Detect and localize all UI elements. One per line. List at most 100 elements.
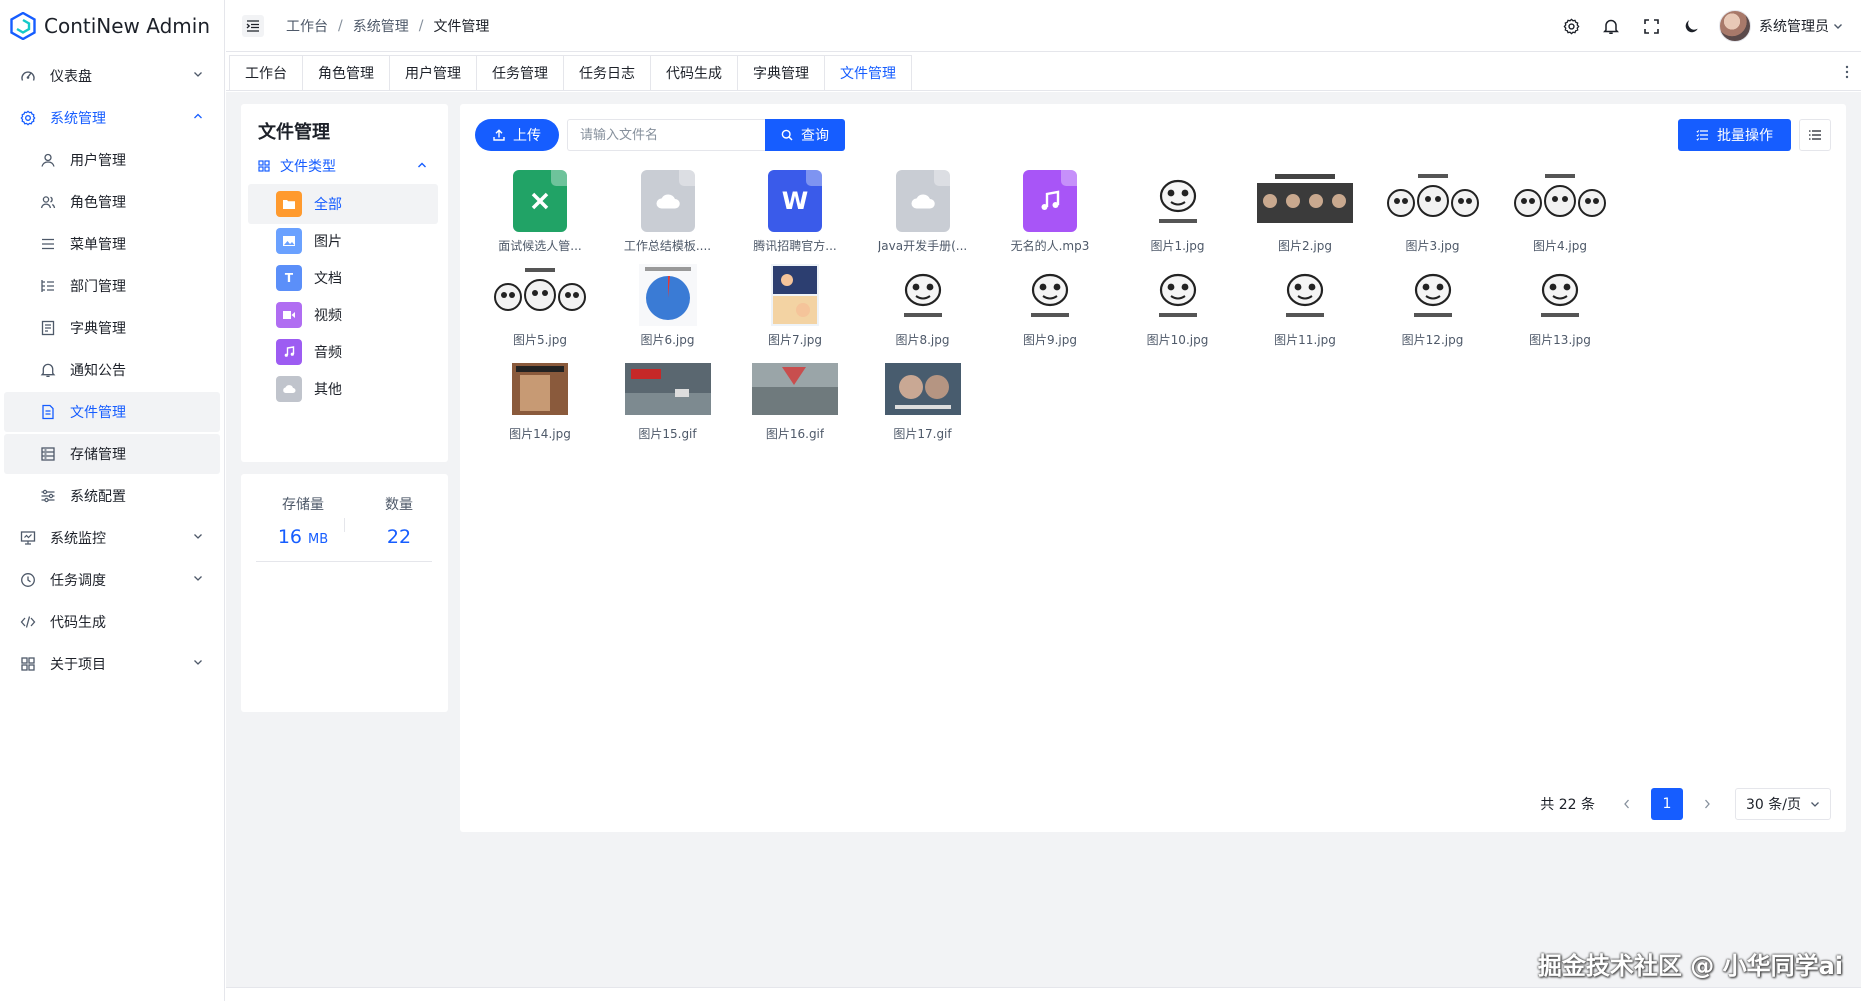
avatar[interactable] <box>1719 10 1751 42</box>
file-item[interactable]: 图片15.gif <box>603 356 733 448</box>
file-item[interactable]: 图片17.gif <box>858 356 988 448</box>
file-type-header[interactable]: 文件类型 <box>258 152 436 180</box>
file-item[interactable]: 图片16.gif <box>730 356 860 448</box>
file-type-item[interactable]: 全部 <box>248 184 438 224</box>
breadcrumb-item[interactable]: 工作台 <box>286 16 328 36</box>
sidebar-item-11[interactable]: 系统监控 <box>4 518 220 558</box>
file-item[interactable]: Java开发手册(... <box>858 168 988 260</box>
storage-unit: MB <box>308 532 329 547</box>
file-item[interactable]: 图片5.jpg <box>475 262 605 354</box>
sidebar-item-12[interactable]: 任务调度 <box>4 560 220 600</box>
pagination-total: 共 22 条 <box>1540 797 1595 813</box>
theme-toggle-button[interactable] <box>1673 8 1709 44</box>
file-type-header-label: 文件类型 <box>280 159 336 175</box>
more-vertical-icon[interactable] <box>1845 65 1849 79</box>
file-item[interactable]: 图片4.jpg <box>1495 168 1625 260</box>
breadcrumb-item[interactable]: 系统管理 <box>353 16 409 36</box>
list-view-button[interactable] <box>1799 119 1831 151</box>
filename-search-input[interactable] <box>567 119 765 151</box>
sidebar-item-1[interactable]: 系统管理 <box>4 98 220 138</box>
hexagon-logo-icon <box>10 12 36 40</box>
file-item[interactable]: 图片11.jpg <box>1240 262 1370 354</box>
tab-3[interactable]: 任务管理 <box>476 55 564 90</box>
file-name: 图片11.jpg <box>1274 333 1336 347</box>
sidebar-item-4[interactable]: 菜单管理 <box>4 224 220 264</box>
file-list-card: 上传 查询 批量操作 面试候选人管... 工作总结模板.... W 腾讯招聘官方...… <box>460 104 1846 832</box>
sidebar-item-8[interactable]: 文件管理 <box>4 392 220 432</box>
file-type-item[interactable]: 音频 <box>248 332 438 372</box>
footer <box>226 987 1861 1001</box>
file-type-item[interactable]: 其他 <box>248 369 438 409</box>
next-page-button[interactable] <box>1691 788 1723 820</box>
image-thumbnail <box>1529 262 1591 328</box>
file-item[interactable]: 图片9.jpg <box>985 262 1115 354</box>
sidebar-item-5[interactable]: 部门管理 <box>4 266 220 306</box>
file-item[interactable]: 图片12.jpg <box>1368 262 1498 354</box>
code-icon <box>16 610 40 634</box>
sidebar-item-14[interactable]: 关于项目 <box>4 644 220 684</box>
chevron-down-icon <box>192 656 204 668</box>
file-item[interactable]: 图片3.jpg <box>1368 168 1498 260</box>
file-type-label: 视频 <box>314 308 342 324</box>
file-item[interactable]: 工作总结模板.... <box>603 168 733 260</box>
file-item[interactable]: 图片8.jpg <box>858 262 988 354</box>
page-size-select[interactable]: 30 条/页 <box>1735 788 1831 820</box>
file-item[interactable]: W 腾讯招聘官方... <box>730 168 860 260</box>
page-number-button[interactable]: 1 <box>1651 788 1683 820</box>
sidebar: ContiNew Admin 仪表盘 系统管理 用户管理 角色管理 菜单管理 部门管理 字典… <box>0 0 225 1001</box>
file-item[interactable]: 面试候选人管... <box>475 168 605 260</box>
count-stat: 数量 22 <box>359 494 439 548</box>
tab-1[interactable]: 角色管理 <box>302 55 390 90</box>
fullscreen-button[interactable] <box>1633 8 1669 44</box>
file-item[interactable]: 图片14.jpg <box>475 356 605 448</box>
upload-button[interactable]: 上传 <box>475 119 559 151</box>
sidebar-item-9[interactable]: 存储管理 <box>4 434 220 474</box>
storage-icon <box>36 442 60 466</box>
generic-file-icon <box>895 168 950 234</box>
sidebar-item-3[interactable]: 角色管理 <box>4 182 220 222</box>
file-name: 图片6.jpg <box>640 333 695 347</box>
chevron-down-icon[interactable] <box>1833 21 1843 31</box>
menu-fold-button[interactable] <box>242 14 264 37</box>
file-item[interactable]: 图片13.jpg <box>1495 262 1625 354</box>
user-name[interactable]: 系统管理员 <box>1759 16 1829 36</box>
sidebar-item-10[interactable]: 系统配置 <box>4 476 220 516</box>
page-tabs: 工作台 角色管理 用户管理 任务管理 任务日志 代码生成 字典管理 文件管理 <box>226 53 1861 91</box>
fullscreen-icon <box>1643 18 1659 34</box>
file-item[interactable]: 图片10.jpg <box>1113 262 1243 354</box>
file-item[interactable]: 无名的人.mp3 <box>985 168 1115 260</box>
tab-0[interactable]: 工作台 <box>229 55 303 90</box>
sidebar-item-7[interactable]: 通知公告 <box>4 350 220 390</box>
file-item[interactable]: 图片7.jpg <box>730 262 860 354</box>
file-item[interactable]: 图片1.jpg <box>1113 168 1243 260</box>
sidebar-item-13[interactable]: 代码生成 <box>4 602 220 642</box>
settings-button[interactable] <box>1553 8 1589 44</box>
tab-4[interactable]: 任务日志 <box>563 55 651 90</box>
sidebar-item-6[interactable]: 字典管理 <box>4 308 220 348</box>
tab-2[interactable]: 用户管理 <box>389 55 477 90</box>
image-thumbnail <box>884 356 961 422</box>
stat-divider-line <box>256 561 432 562</box>
app-logo[interactable]: ContiNew Admin <box>0 0 224 52</box>
sidebar-item-2[interactable]: 用户管理 <box>4 140 220 180</box>
query-button[interactable]: 查询 <box>765 119 845 151</box>
file-type-item[interactable]: 图片 <box>248 221 438 261</box>
breadcrumb-separator: / <box>338 17 343 34</box>
tab-6[interactable]: 字典管理 <box>737 55 825 90</box>
storage-value: 16 MB <box>263 526 343 548</box>
image-thumbnail <box>891 262 954 328</box>
bell-icon <box>36 358 60 382</box>
tab-5[interactable]: 代码生成 <box>650 55 738 90</box>
dashboard-icon <box>16 64 40 88</box>
sidebar-item-0[interactable]: 仪表盘 <box>4 56 220 96</box>
notification-button[interactable] <box>1593 8 1629 44</box>
tab-7[interactable]: 文件管理 <box>824 55 912 90</box>
batch-operation-button[interactable]: 批量操作 <box>1678 119 1791 151</box>
file-type-item[interactable]: T 文档 <box>248 258 438 298</box>
generic-file-icon <box>640 168 695 234</box>
file-item[interactable]: 图片6.jpg <box>603 262 733 354</box>
prev-page-button[interactable] <box>1611 788 1643 820</box>
image-thumbnail <box>752 356 838 422</box>
file-type-item[interactable]: 视频 <box>248 295 438 335</box>
file-item[interactable]: 图片2.jpg <box>1240 168 1370 260</box>
